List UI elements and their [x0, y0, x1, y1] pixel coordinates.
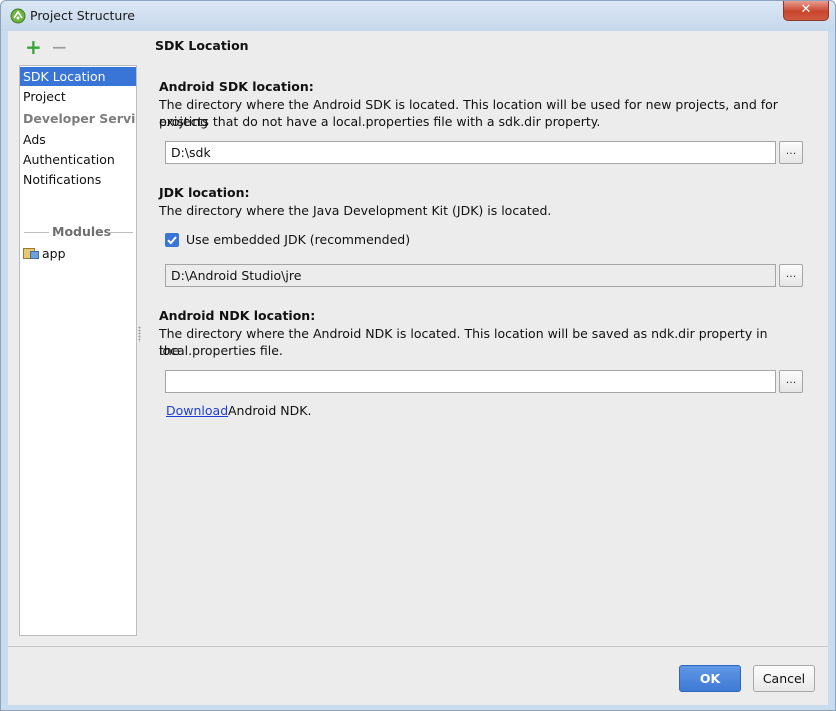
- modules-separator: Modules: [20, 224, 136, 240]
- download-ndk-text: Android NDK.: [228, 403, 312, 418]
- cancel-button[interactable]: Cancel: [753, 665, 815, 692]
- title-bar[interactable]: Project Structure ✕: [1, 1, 835, 31]
- ndk-browse-button[interactable]: ...: [779, 370, 803, 393]
- sidebar-item-notifications[interactable]: Notifications: [20, 170, 136, 189]
- ndk-path-field[interactable]: [165, 370, 776, 393]
- page-title: SDK Location: [155, 38, 249, 53]
- project-structure-window: Project Structure ✕ + − SDK Location Pro…: [0, 0, 836, 711]
- footer-divider: [8, 646, 828, 647]
- jdk-browse-button[interactable]: ...: [779, 264, 803, 287]
- splitter-handle[interactable]: [138, 326, 141, 342]
- download-ndk-link[interactable]: Download: [166, 403, 228, 418]
- android-studio-icon: [10, 8, 26, 24]
- close-icon: ✕: [800, 2, 812, 17]
- checkmark-icon: [167, 236, 177, 245]
- sidebar-item-app[interactable]: app: [42, 244, 66, 263]
- ndk-location-label: Android NDK location:: [159, 308, 316, 323]
- sidebar-list: SDK Location Project Developer Servic...…: [19, 65, 137, 636]
- jdk-description: The directory where the Java Development…: [159, 203, 552, 218]
- sdk-description-line-2: projects that do not have a local.proper…: [159, 114, 601, 129]
- modules-header: Modules: [52, 224, 112, 239]
- close-button[interactable]: ✕: [783, 1, 829, 21]
- dialog-body: + − SDK Location Project Developer Servi…: [8, 31, 828, 705]
- add-icon[interactable]: +: [25, 37, 42, 57]
- sdk-path-field[interactable]: D:\sdk: [165, 141, 776, 164]
- jdk-location-label: JDK location:: [159, 185, 250, 200]
- jdk-path-field[interactable]: D:\Android Studio\jre: [165, 264, 776, 287]
- sidebar-item-authentication[interactable]: Authentication: [20, 150, 136, 169]
- ok-button[interactable]: OK: [679, 665, 741, 692]
- sidebar-item-sdk-location[interactable]: SDK Location: [20, 67, 136, 86]
- use-embedded-jdk-checkbox[interactable]: [165, 233, 179, 247]
- sidebar-item-ads[interactable]: Ads: [20, 130, 136, 149]
- use-embedded-jdk-label[interactable]: Use embedded JDK (recommended): [186, 232, 410, 247]
- sdk-location-label: Android SDK location:: [159, 79, 314, 94]
- module-folder-icon: [23, 248, 39, 259]
- sidebar-item-project[interactable]: Project: [20, 87, 136, 106]
- window-title: Project Structure: [30, 8, 135, 23]
- remove-icon[interactable]: −: [51, 37, 68, 57]
- ndk-description-line-2: local.properties file.: [159, 343, 283, 358]
- sidebar-group-developer-services: Developer Servic...: [23, 111, 135, 126]
- sdk-browse-button[interactable]: ...: [779, 141, 803, 164]
